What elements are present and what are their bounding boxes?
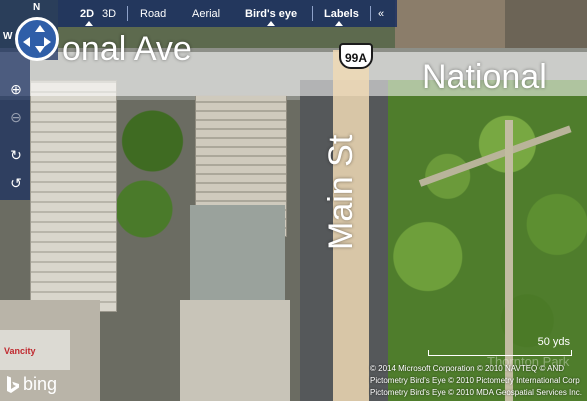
bing-logo-icon	[7, 376, 19, 394]
building-roof	[190, 205, 285, 300]
zoom-out-icon[interactable]: ⊖	[7, 108, 25, 126]
road-label-national: National	[422, 58, 547, 96]
toolbar-divider	[370, 6, 371, 21]
labels-toggle-button[interactable]: Labels	[324, 8, 359, 20]
north-indicator: N	[33, 2, 41, 13]
west-indicator: W	[3, 31, 13, 42]
building-bottom-center	[180, 300, 290, 401]
compass-pan-control[interactable]	[15, 17, 59, 61]
pan-down-icon[interactable]	[35, 46, 45, 53]
scale-label: 50 yds	[537, 336, 570, 348]
labels-active-caret	[335, 21, 343, 26]
map-side-controls: ⊕ ⊖ ↻ ↺	[0, 60, 30, 200]
map-view-toolbar: 2D 3D Road Aerial Bird's eye Labels «	[58, 0, 397, 27]
scale-ruler	[428, 350, 572, 356]
aerial-view-button[interactable]: Aerial	[192, 8, 220, 20]
trees-left	[110, 90, 195, 260]
copyright-line: © 2014 Microsoft Corporation © 2010 NAVT…	[370, 364, 565, 373]
view-2d-button[interactable]: 2D	[80, 8, 94, 20]
building-top-far-right	[505, 0, 587, 48]
vancity-sign: Vancity	[4, 346, 36, 356]
toolbar-divider	[312, 6, 313, 21]
route-shield: 99A	[339, 43, 373, 69]
map-canvas[interactable]: Vancity onal Ave National Main St 99A N …	[0, 0, 587, 401]
road-label-main-st: Main St	[322, 134, 360, 250]
copyright-line: Pictometry Bird's Eye © 2010 MDA Geospat…	[370, 388, 582, 397]
copyright-notice: © 2014 Microsoft Corporation © 2010 NAVT…	[370, 363, 587, 399]
pan-left-icon[interactable]	[23, 37, 30, 47]
birds-eye-view-button[interactable]: Bird's eye	[245, 8, 297, 20]
pan-right-icon[interactable]	[44, 37, 51, 47]
zoom-in-icon[interactable]: ⊕	[7, 80, 25, 98]
road-view-button[interactable]: Road	[140, 8, 166, 20]
rotate-counterclockwise-icon[interactable]: ↺	[7, 174, 25, 192]
pan-up-icon[interactable]	[35, 25, 45, 32]
active-map-caret	[267, 21, 275, 26]
view-3d-button[interactable]: 3D	[102, 8, 116, 20]
bing-logo-text: bing	[23, 374, 58, 394]
navigation-panel: N W	[0, 0, 59, 61]
collapse-toolbar-button[interactable]: «	[378, 8, 384, 20]
tower-building	[30, 80, 117, 312]
bing-logo: bing	[6, 374, 57, 396]
road-label-national-ave: onal Ave	[62, 30, 192, 68]
toolbar-divider	[127, 6, 128, 21]
rotate-clockwise-icon[interactable]: ↻	[7, 146, 25, 164]
copyright-line: Pictometry Bird's Eye © 2010 Pictometry …	[370, 376, 580, 385]
scale-bar: 50 yds	[428, 336, 576, 360]
active-view-caret	[85, 21, 93, 26]
